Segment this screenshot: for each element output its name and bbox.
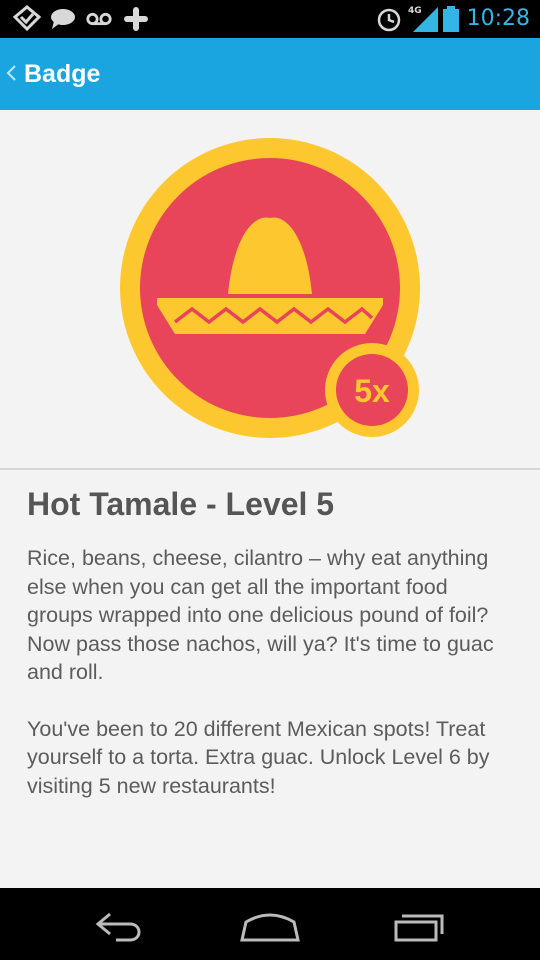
foursquare-icon xyxy=(12,5,42,32)
divider xyxy=(0,468,540,470)
badge-description: Rice, beans, cheese, cilantro – why eat … xyxy=(27,546,494,684)
back-chevron-icon[interactable] xyxy=(4,58,18,88)
plus-icon xyxy=(124,7,148,31)
badge-details: Hot Tamale - Level 5 Rice, beans, cheese… xyxy=(27,482,507,800)
page-title[interactable]: Badge xyxy=(24,58,100,90)
back-icon[interactable] xyxy=(80,902,160,946)
action-bar: Badge xyxy=(0,38,540,110)
chat-icon xyxy=(51,9,75,29)
recent-apps-icon[interactable] xyxy=(380,902,460,946)
alarm-icon xyxy=(377,8,401,32)
badge-area: 5x xyxy=(0,110,540,468)
multiplier-label: 5x xyxy=(354,373,390,409)
home-icon[interactable] xyxy=(230,902,310,946)
battery-icon xyxy=(443,6,459,32)
voicemail-icon xyxy=(86,12,112,26)
navigation-bar xyxy=(0,888,540,960)
badge-image: 5x xyxy=(120,138,420,438)
badge-title: Hot Tamale - Level 5 xyxy=(27,486,335,522)
status-time: 10:28 xyxy=(466,6,530,31)
badge-progress-text: You've been to 20 different Mexican spot… xyxy=(27,716,490,798)
status-bar: 4G 10:28 xyxy=(0,0,540,38)
signal-icon xyxy=(413,7,438,32)
